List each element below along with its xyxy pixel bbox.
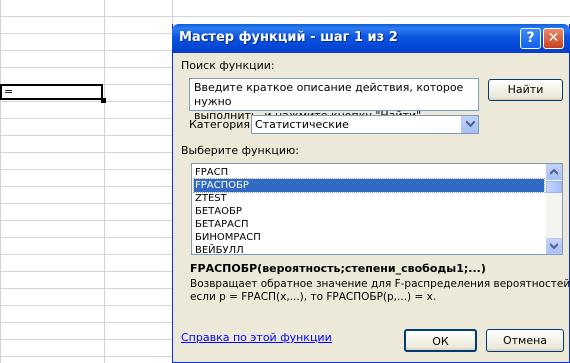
dialog-titlebar[interactable]: Мастер функций - шаг 1 из 2 ? ✕ <box>172 24 570 53</box>
ok-button-label: ОК <box>432 335 449 348</box>
chevron-up-icon <box>550 169 558 175</box>
cancel-button[interactable]: Отмена <box>486 329 564 352</box>
function-list[interactable]: FРАСП FРАСПОБР ZTEST БЕТАОБР БЕТАРАСП БИ… <box>191 163 563 255</box>
cancel-button-label: Отмена <box>502 334 548 347</box>
ok-button[interactable]: ОК <box>404 329 477 352</box>
function-wizard-dialog: Мастер функций - шаг 1 из 2 ? ✕ Поиск фу… <box>172 24 570 363</box>
dialog-title: Мастер функций - шаг 1 из 2 <box>179 30 398 45</box>
active-cell[interactable]: = <box>0 84 103 100</box>
scroll-up-button[interactable] <box>546 164 562 180</box>
find-button[interactable]: Найти <box>488 79 563 101</box>
list-item[interactable]: БЕТАРАСП <box>194 218 544 231</box>
function-description: Возвращает обратное значение для F-распр… <box>190 278 570 304</box>
help-button[interactable]: ? <box>520 28 541 49</box>
list-item[interactable]: БИНОМРАСП <box>194 231 544 244</box>
function-signature: FРАСПОБР(вероятность;степени_свободы1;..… <box>190 262 486 275</box>
search-input[interactable]: Введите краткое описание действия, котор… <box>189 78 479 122</box>
list-item[interactable]: ВЕЙБУЛЛ <box>194 244 544 254</box>
list-scrollbar[interactable] <box>546 164 562 254</box>
function-help-link[interactable]: Справка по этой функции <box>181 331 332 344</box>
column-gridline <box>104 0 105 363</box>
chevron-down-icon[interactable] <box>461 116 478 133</box>
category-select[interactable]: Статистические <box>251 115 479 134</box>
close-icon: ✕ <box>547 30 560 46</box>
scroll-thumb[interactable] <box>546 181 562 193</box>
find-button-label: Найти <box>507 83 544 96</box>
search-text-line: Введите краткое описание действия, котор… <box>194 81 464 108</box>
search-label: Поиск функции: <box>181 59 275 72</box>
category-value: Статистические <box>255 118 349 131</box>
fill-handle[interactable] <box>101 98 106 103</box>
description-line: Возвращает обратное значение для F-распр… <box>190 278 570 290</box>
function-list-label: Выберите функцию: <box>181 144 299 157</box>
scroll-down-button[interactable] <box>546 238 562 254</box>
chevron-down-icon <box>550 243 558 249</box>
list-item[interactable]: FРАСП <box>194 166 544 179</box>
description-line: если p = FРАСП(x,...), то FРАСПОБР(p,...… <box>190 291 437 303</box>
category-label: Категория: <box>189 118 254 131</box>
list-item-selected[interactable]: FРАСПОБР <box>193 178 545 193</box>
list-item[interactable]: БЕТАОБР <box>194 205 544 218</box>
help-icon: ? <box>526 30 535 46</box>
close-button[interactable]: ✕ <box>543 28 564 49</box>
list-item[interactable]: ZTEST <box>194 192 544 205</box>
